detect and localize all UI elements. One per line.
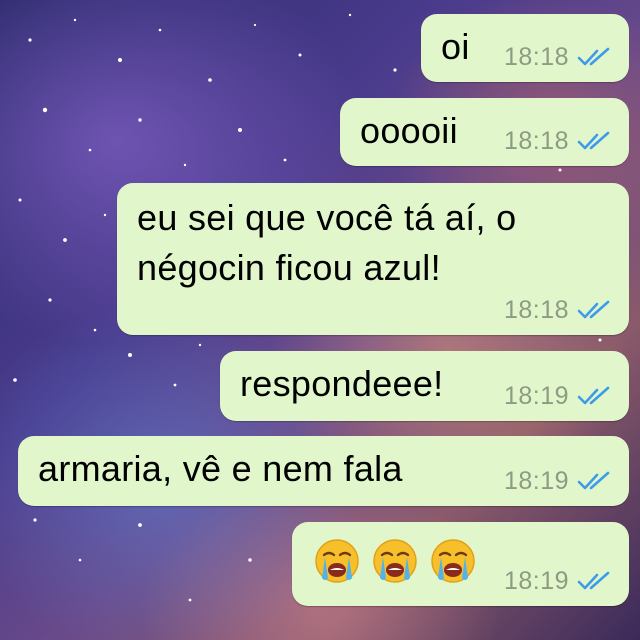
message-bubble[interactable]: armaria, vê e nem fala 18:19 <box>18 436 629 506</box>
message-time: 18:18 <box>503 126 569 155</box>
message-time: 18:18 <box>503 42 569 71</box>
message-text: respondeee! <box>240 363 444 404</box>
emoji-row <box>314 538 476 584</box>
message-meta: 18:18 <box>504 295 611 325</box>
message-time: 18:19 <box>503 466 569 495</box>
message-meta: 18:19 <box>504 381 611 411</box>
message-text: ooooii <box>360 110 458 151</box>
message-meta: 18:18 <box>504 126 611 156</box>
loudly-crying-face-icon <box>315 539 359 583</box>
message-bubble[interactable]: oi 18:18 <box>421 14 629 82</box>
message-bubble[interactable]: eu sei que você tá aí, o négocin ficou a… <box>117 183 629 335</box>
double-check-icon <box>577 47 610 66</box>
message-meta: 18:18 <box>504 42 611 72</box>
message-bubble[interactable]: ooooii 18:18 <box>340 98 629 166</box>
message-time: 18:19 <box>503 566 569 595</box>
message-text: eu sei que você tá aí, o négocin ficou a… <box>137 197 517 288</box>
message-time: 18:18 <box>503 295 569 324</box>
message-meta: 18:19 <box>504 466 611 496</box>
double-check-icon <box>577 471 610 490</box>
message-bubble[interactable]: 18:19 <box>292 522 629 606</box>
double-check-icon <box>577 131 610 150</box>
loudly-crying-face-icon <box>373 539 417 583</box>
chat-thread: oi 18:18 ooooii 18:18 eu sei que você tá… <box>0 0 640 640</box>
message-text: armaria, vê e nem fala <box>38 448 403 489</box>
message-bubble[interactable]: respondeee! 18:19 <box>220 351 629 421</box>
double-check-icon <box>577 386 610 405</box>
double-check-icon <box>577 571 610 590</box>
message-text: oi <box>441 26 470 67</box>
loudly-crying-face-icon <box>431 539 475 583</box>
message-meta: 18:19 <box>504 566 611 596</box>
message-time: 18:19 <box>503 381 569 410</box>
double-check-icon <box>577 300 610 319</box>
